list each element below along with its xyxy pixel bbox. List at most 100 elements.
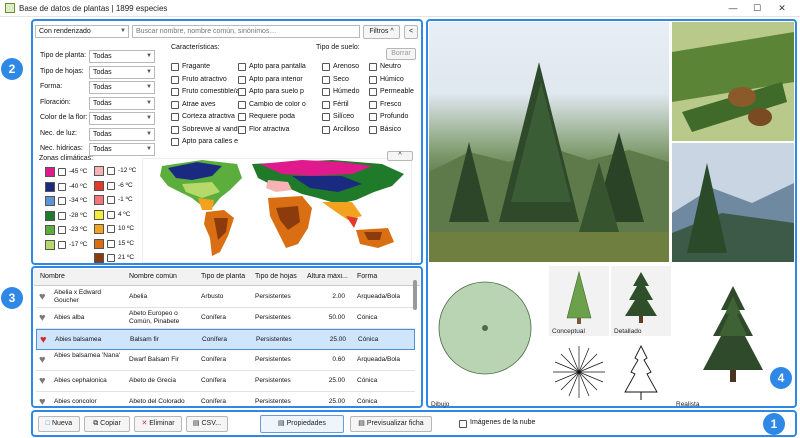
table-scrollbar[interactable] bbox=[413, 280, 417, 310]
delete-button[interactable]: ✕ Eliminar bbox=[134, 416, 182, 432]
characteristic-checkbox[interactable] bbox=[171, 88, 179, 96]
collapse-button[interactable]: < bbox=[404, 25, 418, 39]
soil-checkbox[interactable] bbox=[322, 100, 330, 109]
table-body[interactable]: ♥ Abelia x Edward Goucher Abelia Arbusto Per… bbox=[36, 287, 416, 406]
minimize-icon[interactable]: — bbox=[724, 2, 742, 15]
column-header[interactable]: Tipo de hojas bbox=[255, 273, 304, 280]
cell-shape: Cónica bbox=[357, 314, 378, 321]
column-header[interactable]: Tipo de planta bbox=[201, 273, 252, 280]
zone-checkbox[interactable] bbox=[107, 254, 115, 262]
properties-button[interactable]: ▤ Propiedades bbox=[260, 415, 344, 433]
cell-leaves: Persistentes bbox=[255, 293, 291, 300]
render-mode-value: Con renderizado bbox=[39, 28, 91, 35]
line-plan-view[interactable] bbox=[549, 338, 609, 406]
table-row[interactable]: ♥ Abies balsamea Balsam fir Conífera Persist… bbox=[36, 329, 415, 350]
zone-checkbox[interactable] bbox=[107, 196, 115, 204]
render-mode-select[interactable]: Con renderizado ▼ bbox=[35, 25, 129, 38]
characteristic-checkbox[interactable] bbox=[238, 63, 246, 71]
soil-checkbox[interactable] bbox=[322, 75, 330, 84]
filter-field-select[interactable]: Todas ▼ bbox=[89, 96, 155, 110]
zone-checkbox[interactable] bbox=[58, 168, 66, 176]
table-row[interactable]: ♥ Abies cephalonica Abeto de Grecia Conífer… bbox=[36, 371, 415, 392]
heart-icon[interactable]: ♥ bbox=[39, 291, 46, 303]
filter-field-select[interactable]: Todas ▼ bbox=[89, 81, 155, 94]
soil-checkbox[interactable] bbox=[322, 125, 330, 134]
characteristic-checkbox[interactable] bbox=[171, 75, 179, 84]
soil-checkbox[interactable] bbox=[369, 88, 377, 96]
zone-checkbox[interactable] bbox=[107, 225, 115, 233]
filters-button[interactable]: Filtros ^ bbox=[363, 25, 400, 39]
zone-checkbox[interactable] bbox=[107, 181, 115, 190]
table-row[interactable]: ♥ Abies alba Abeto Europeo o Común, Pinabe… bbox=[36, 308, 415, 329]
zone-checkbox[interactable] bbox=[107, 239, 115, 248]
zone-checkbox[interactable] bbox=[58, 211, 66, 220]
characteristic-checkbox[interactable] bbox=[171, 113, 179, 121]
characteristic-checkbox[interactable] bbox=[171, 63, 179, 71]
zone-checkbox[interactable] bbox=[58, 197, 66, 205]
favorite-heart-icon[interactable]: ♥ bbox=[40, 334, 47, 346]
characteristic-checkbox[interactable] bbox=[238, 113, 246, 121]
soil-checkbox[interactable] bbox=[369, 63, 377, 71]
heart-icon[interactable]: ♥ bbox=[39, 354, 46, 366]
filter-field-select[interactable]: Todas ▼ bbox=[89, 50, 155, 63]
soil-checkbox[interactable] bbox=[369, 100, 377, 109]
clear-filters-button[interactable]: Borrar bbox=[386, 48, 416, 60]
table-row[interactable]: ♥ Abelia x Edward Goucher Abelia Arbusto Per… bbox=[36, 287, 415, 308]
cell-type: Conífera bbox=[201, 314, 226, 321]
table-row[interactable]: ♥ Abies balsamea 'Nana' Dwarf Balsam Fir Co… bbox=[36, 350, 415, 371]
badge-1: 1 bbox=[763, 413, 785, 435]
label-realista: Realista bbox=[676, 401, 700, 408]
zone-color-swatch bbox=[94, 209, 104, 220]
line-elevation-view[interactable] bbox=[611, 338, 671, 406]
soil-checkbox[interactable] bbox=[369, 113, 377, 121]
characteristic-checkbox[interactable] bbox=[171, 138, 179, 146]
characteristic-checkbox[interactable] bbox=[238, 88, 246, 96]
zone-checkbox[interactable] bbox=[58, 182, 66, 191]
maximize-icon[interactable]: ☐ bbox=[748, 2, 766, 15]
column-header[interactable]: Nombre común bbox=[129, 273, 198, 280]
zone-checkbox[interactable] bbox=[58, 226, 66, 234]
filter-field-select[interactable]: Todas ▼ bbox=[89, 127, 155, 141]
characteristic-checkbox[interactable] bbox=[238, 75, 246, 84]
filter-field-select[interactable]: Todas ▼ bbox=[89, 143, 155, 156]
detailed-view[interactable] bbox=[611, 266, 671, 336]
delete-icon: ✕ bbox=[141, 420, 148, 427]
column-header[interactable]: Altura máxi... bbox=[307, 273, 354, 280]
mountain-photo[interactable] bbox=[672, 143, 794, 262]
characteristic-checkbox[interactable] bbox=[238, 125, 246, 134]
filter-field-value: Todas bbox=[93, 130, 112, 138]
filter-field-select[interactable]: Todas ▼ bbox=[89, 112, 155, 125]
drawing-2d-view[interactable] bbox=[429, 266, 549, 406]
soil-checkbox[interactable] bbox=[322, 63, 330, 71]
soil-checkbox[interactable] bbox=[369, 125, 377, 134]
soil-checkbox[interactable] bbox=[322, 113, 330, 121]
conceptual-view[interactable] bbox=[549, 266, 609, 336]
new-button[interactable]: □ Nueva bbox=[38, 416, 80, 432]
heart-icon[interactable]: ♥ bbox=[39, 396, 46, 406]
climate-zone-map[interactable] bbox=[142, 158, 412, 263]
zone-checkbox[interactable] bbox=[107, 210, 115, 219]
main-photo[interactable] bbox=[429, 22, 669, 262]
table-row[interactable]: ♥ Abies concolor Abeto del Colorado Conífer… bbox=[36, 392, 415, 406]
characteristic-checkbox[interactable] bbox=[238, 100, 246, 109]
soil-checkbox[interactable] bbox=[322, 88, 330, 96]
heart-icon[interactable]: ♥ bbox=[39, 375, 46, 387]
copy-button[interactable]: ⧉ Copiar bbox=[84, 416, 130, 432]
zone-checkbox[interactable] bbox=[107, 167, 115, 175]
print-preview-button[interactable]: ▤ Previsualizar ficha bbox=[350, 416, 432, 432]
csv-button[interactable]: ▤ CSV... bbox=[186, 416, 228, 432]
cloud-images-checkbox[interactable] bbox=[459, 420, 467, 428]
soil-checkbox[interactable] bbox=[369, 75, 377, 84]
badge-4: 4 bbox=[770, 367, 792, 389]
map-collapse-button[interactable]: ^ bbox=[387, 151, 413, 161]
zone-checkbox[interactable] bbox=[58, 240, 66, 249]
column-header[interactable]: Nombre bbox=[40, 273, 126, 280]
characteristic-checkbox[interactable] bbox=[171, 100, 179, 109]
search-input[interactable]: Buscar nombre, nombre común, sinónimos… bbox=[132, 25, 360, 38]
column-header[interactable]: Forma bbox=[357, 273, 415, 280]
characteristic-checkbox[interactable] bbox=[171, 125, 179, 134]
cone-photo[interactable] bbox=[672, 22, 794, 141]
filter-field-select[interactable]: Todas ▼ bbox=[89, 65, 155, 79]
close-icon[interactable]: ✕ bbox=[773, 2, 791, 15]
heart-icon[interactable]: ♥ bbox=[39, 312, 46, 324]
